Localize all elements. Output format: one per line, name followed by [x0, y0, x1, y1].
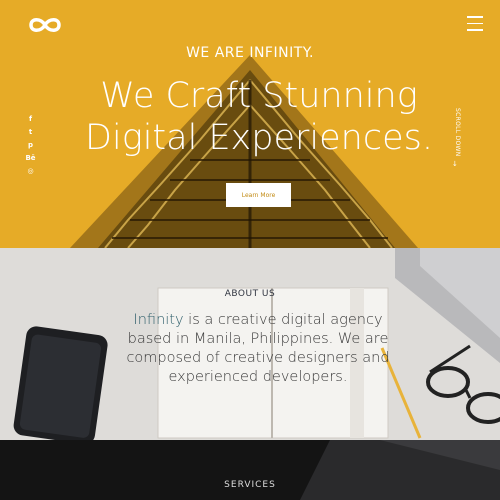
- twitter-icon[interactable]: t: [26, 128, 35, 137]
- arrow-down-icon: ↓: [452, 160, 458, 168]
- hero-headline-line2: Digital Experiences.: [85, 118, 433, 158]
- instagram-icon[interactable]: ◎: [26, 167, 35, 176]
- infinity-logo-icon[interactable]: [28, 14, 62, 36]
- learn-more-button[interactable]: Learn More: [226, 183, 291, 207]
- services-title: SERVICES: [224, 480, 276, 490]
- hamburger-menu-icon[interactable]: [467, 16, 485, 34]
- about-text: Infinity is a creative digital agency ba…: [110, 311, 406, 387]
- social-links: f t p Bē ◎: [25, 115, 36, 180]
- hero-eyebrow: WE ARE INFINITY.: [186, 45, 314, 61]
- about-section: ABOUT US Infinity is a creative digital …: [0, 248, 500, 440]
- services-section: SERVICES: [0, 440, 500, 500]
- pinterest-icon[interactable]: p: [26, 141, 35, 150]
- scroll-down-link[interactable]: SCROLL DOWN ↓: [449, 108, 463, 170]
- about-title: ABOUT US: [224, 289, 276, 299]
- behance-icon[interactable]: Bē: [25, 154, 35, 163]
- hero-headline: We Craft Stunning Digital Experiences.: [0, 75, 500, 159]
- facebook-icon[interactable]: f: [26, 115, 35, 124]
- about-accent-word: Infinity: [133, 312, 184, 328]
- hero-section: WE ARE INFINITY. We Craft Stunning Digit…: [0, 0, 500, 248]
- scroll-down-label: SCROLL DOWN: [454, 108, 461, 157]
- services-background-image: [300, 440, 500, 500]
- hero-headline-line1: We Craft Stunning: [100, 76, 418, 116]
